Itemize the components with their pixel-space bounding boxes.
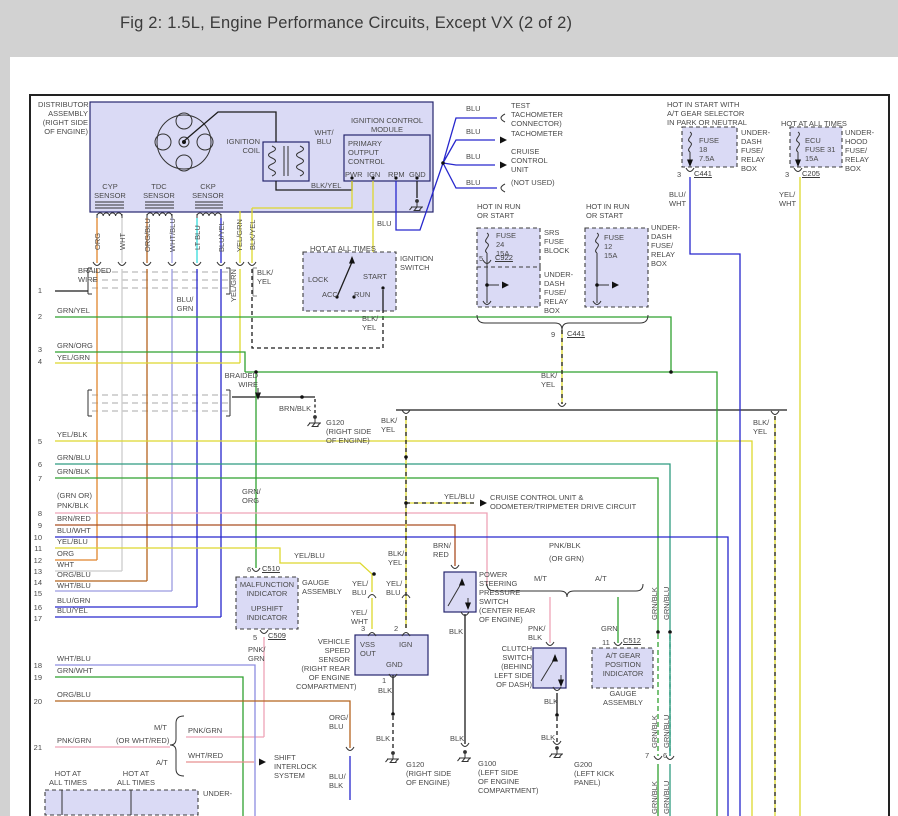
- wiring-diagram-svg: [29, 94, 890, 816]
- srs-fuse-block-box: [476, 227, 541, 268]
- braces: [169, 267, 649, 777]
- power-steering-switch-box: [443, 571, 477, 613]
- under-dash-relay-box-1: [476, 266, 541, 308]
- under-dash-relay-box-2: [584, 227, 649, 308]
- vehicle-speed-sensor-box: [354, 634, 429, 676]
- braided-wire-bands: [87, 267, 231, 417]
- component-boxes: [44, 101, 843, 816]
- ignition-switch-box: [302, 251, 397, 312]
- colored-wires: [55, 117, 801, 816]
- ignition-control-module-box: [343, 134, 431, 182]
- figure-viewer: Fig 2: 1.5L, Engine Performance Circuits…: [0, 0, 898, 816]
- bottom-fuse-box: [44, 789, 199, 816]
- at-gear-indicator-box: [591, 647, 654, 689]
- gauge-indicator-box: [235, 576, 299, 630]
